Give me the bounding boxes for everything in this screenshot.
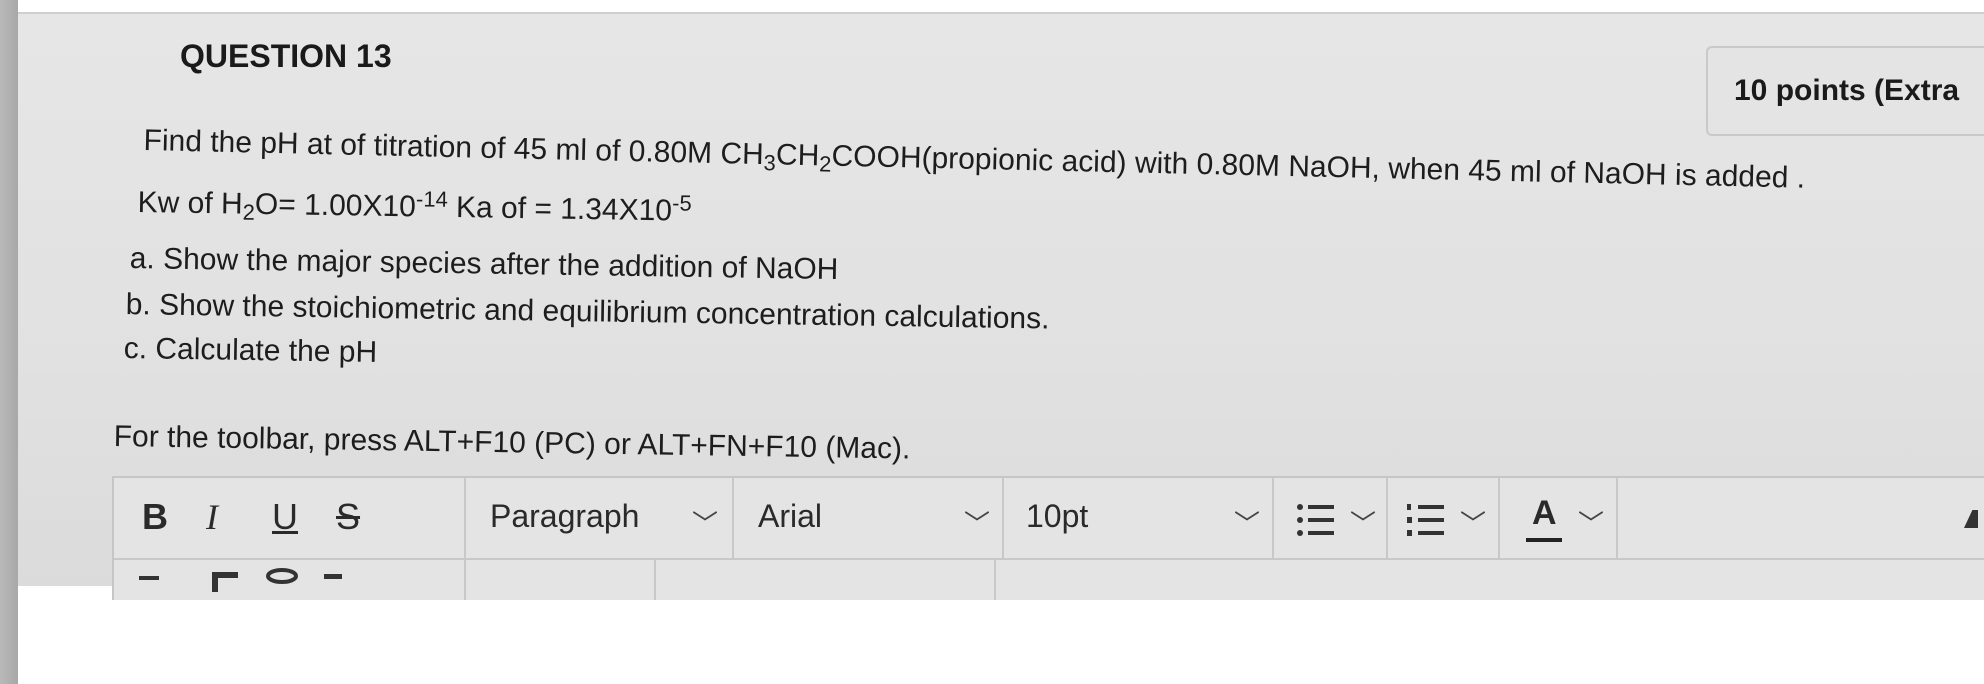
strikethrough-button[interactable]: S — [336, 496, 360, 538]
font-color-icon: A — [1532, 494, 1557, 532]
toolbar-hint: For the toolbar, press ALT+F10 (PC) or A… — [113, 420, 911, 466]
format-group: B I U S — [114, 478, 466, 558]
font-family-select-value: Arial — [758, 498, 823, 534]
paragraph-select[interactable]: Paragraph ﹀ — [464, 478, 734, 558]
points-box: 10 points (Extra — [1706, 46, 1984, 136]
font-color-swatch — [1526, 538, 1562, 542]
chevron-down-icon: ﹀ — [1350, 509, 1377, 539]
chevron-down-icon: ﹀ — [1460, 509, 1487, 539]
points-label: 10 points (Extra — [1734, 74, 1960, 107]
italic-button[interactable]: I — [206, 496, 218, 538]
toolbar-row2-divider — [994, 560, 996, 600]
bullet-list-button[interactable]: ﹀ — [1272, 478, 1388, 558]
paragraph-select-value: Paragraph — [490, 498, 640, 534]
window-edge — [0, 0, 18, 684]
rich-text-editor: B I U S Paragraph ﹀ Arial ﹀ 10pt ﹀ ﹀ ﹀ A… — [112, 476, 1984, 600]
part-b-text: b. Show the stoichiometric and equilibri… — [125, 288, 1050, 336]
toolbar-row2-divider — [464, 560, 466, 600]
toolbar-row2-divider — [654, 560, 656, 600]
numbered-list-icon — [1407, 504, 1444, 536]
chevron-down-icon: ﹀ — [1234, 509, 1261, 539]
question-text-line-2: Kw of H2O= 1.00X10-14 Ka of = 1.34X10-5 — [137, 185, 692, 228]
photo-background: QUESTION 13 10 points (Extra Find the pH… — [0, 0, 1984, 684]
bold-button[interactable]: B — [142, 496, 168, 538]
part-c-text: c. Calculate the pH — [123, 332, 378, 369]
font-color-button[interactable]: A ﹀ — [1498, 478, 1618, 558]
font-size-select-value: 10pt — [1026, 498, 1089, 534]
part-a-text: a. Show the major species after the addi… — [129, 242, 839, 287]
bullet-list-icon — [1297, 504, 1334, 536]
chevron-down-icon: ﹀ — [692, 509, 719, 539]
numbered-list-button[interactable]: ﹀ — [1386, 478, 1500, 558]
font-family-select[interactable]: Arial ﹀ — [732, 478, 1004, 558]
question-card: QUESTION 13 10 points (Extra Find the pH… — [18, 12, 1984, 600]
underline-button[interactable]: U — [272, 496, 298, 538]
chevron-down-icon: ﹀ — [964, 509, 991, 539]
editor-toolbar: B I U S Paragraph ﹀ Arial ﹀ 10pt ﹀ ﹀ ﹀ A… — [114, 478, 1984, 560]
font-size-select[interactable]: 10pt ﹀ — [1002, 478, 1274, 558]
toolbar-row2-icons[interactable] — [134, 566, 434, 596]
question-title: QUESTION 13 — [180, 38, 392, 74]
highlight-icon[interactable] — [1964, 510, 1978, 528]
chevron-down-icon: ﹀ — [1578, 509, 1605, 539]
